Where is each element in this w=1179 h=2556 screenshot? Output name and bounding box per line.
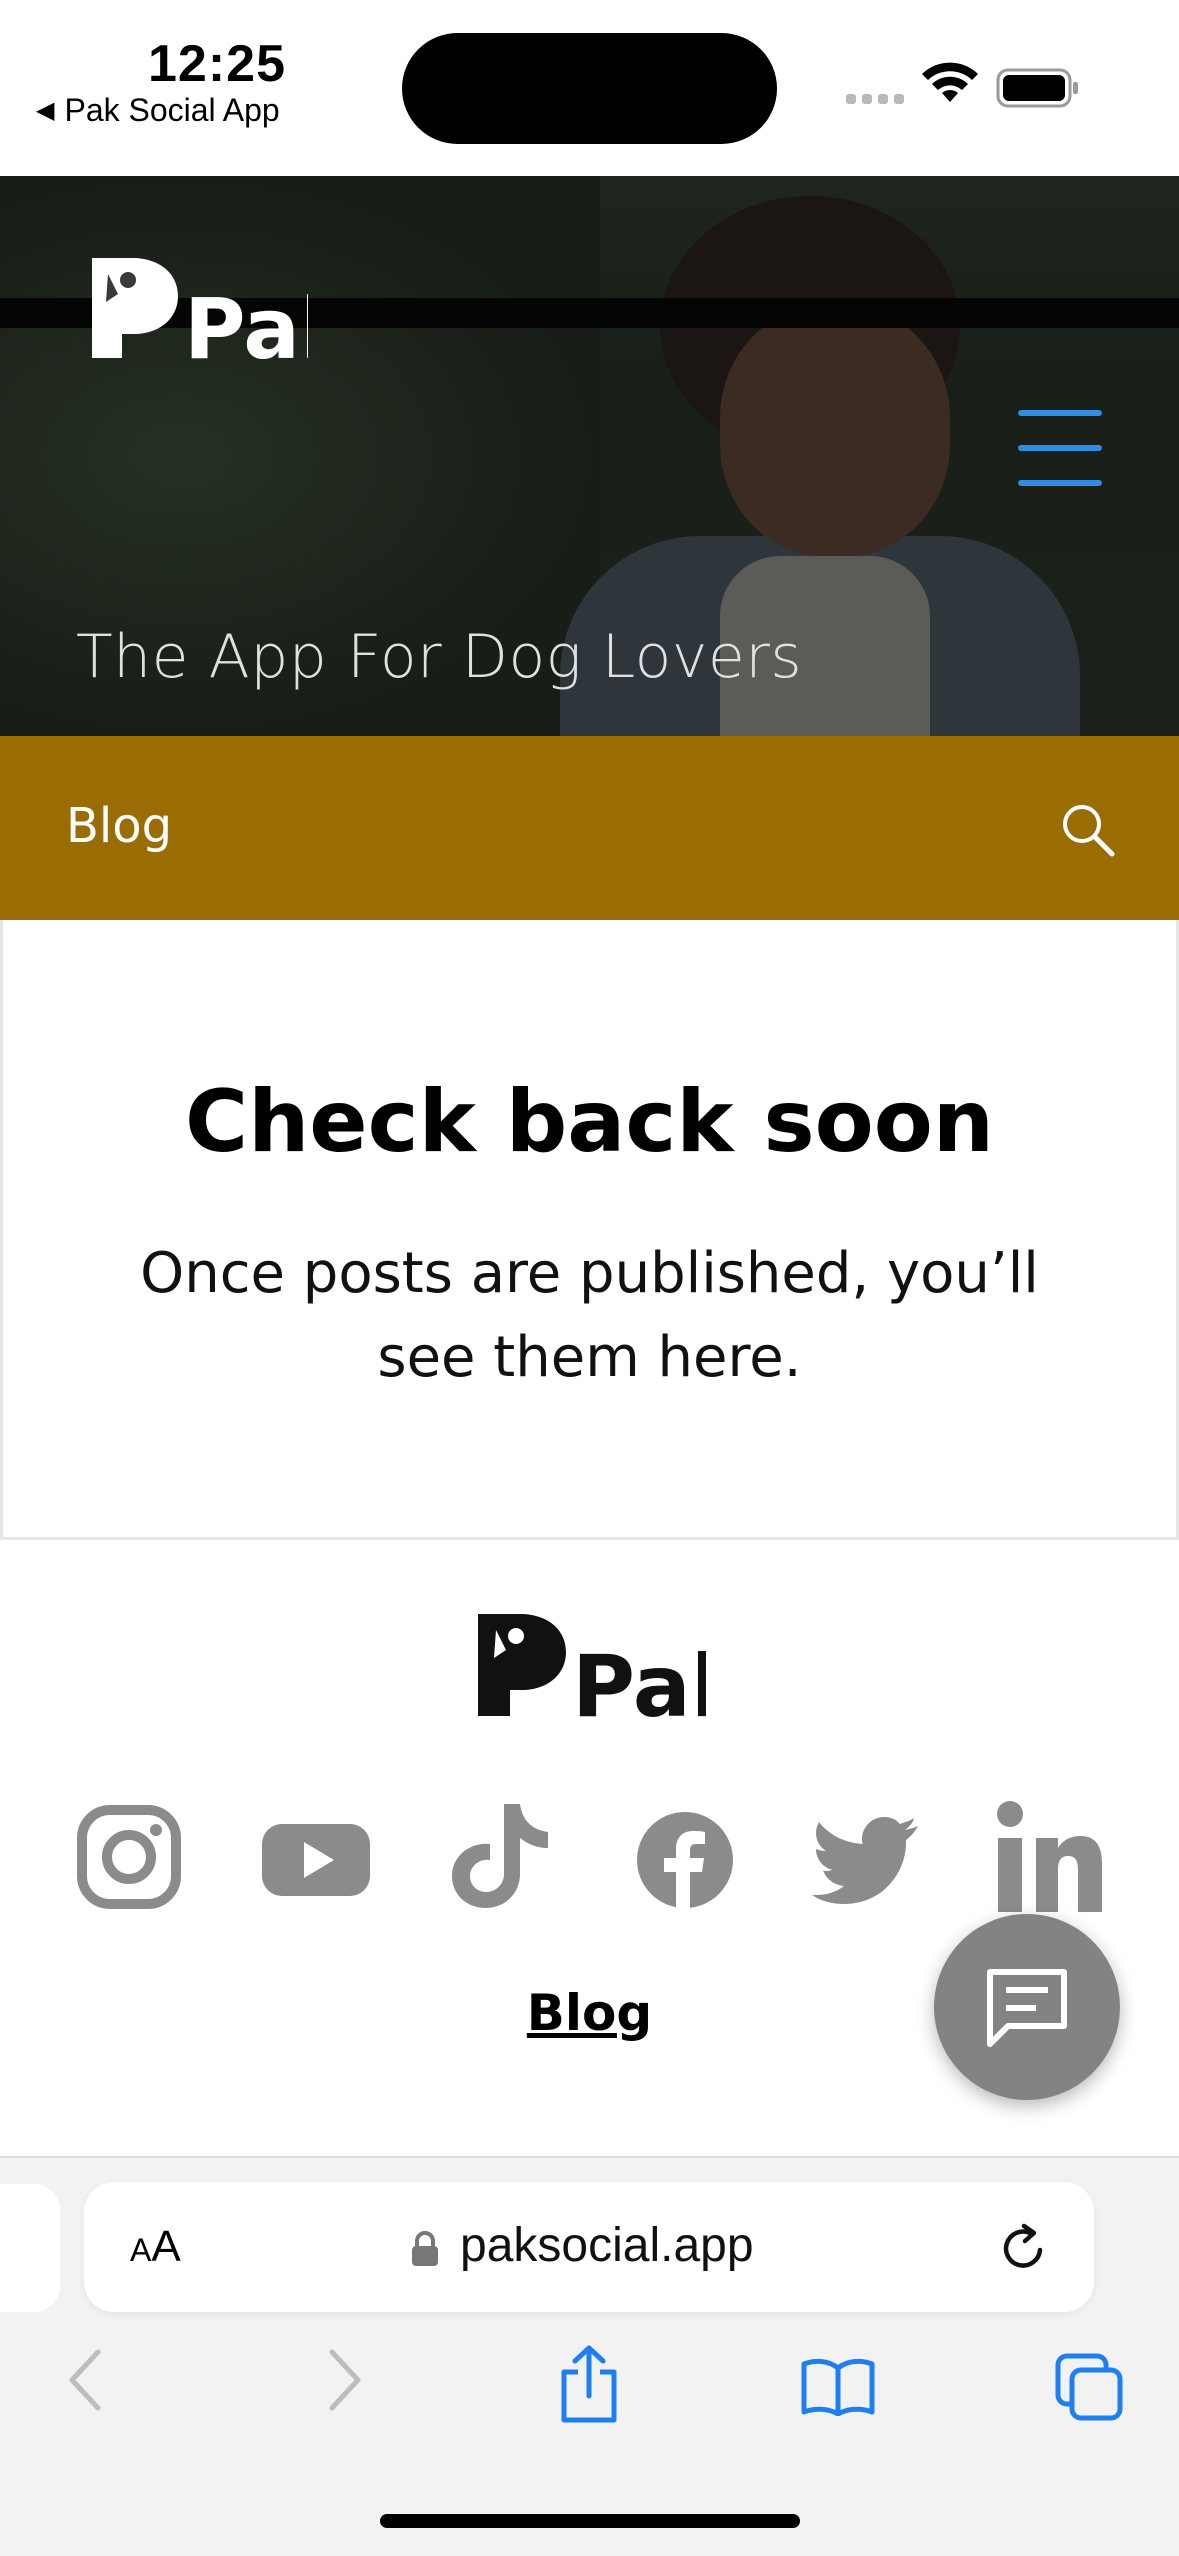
- cellular-signal-icon: [846, 94, 904, 104]
- text-size-button[interactable]: AA: [130, 2222, 181, 2272]
- reload-icon[interactable]: [996, 2220, 1052, 2276]
- pak-logo-text: Pak: [184, 280, 308, 364]
- battery-icon: [996, 68, 1078, 108]
- twitter-icon[interactable]: [810, 1802, 922, 1912]
- pak-logo[interactable]: Pak: [88, 254, 308, 364]
- blog-empty-state: [0, 920, 1179, 1540]
- tabs-icon[interactable]: [1054, 2352, 1124, 2422]
- lock-icon: [412, 2231, 438, 2266]
- status-time: 12:25: [148, 35, 286, 93]
- bookmarks-icon[interactable]: [800, 2356, 876, 2416]
- chat-icon: [987, 1969, 1067, 2047]
- home-indicator: [380, 2514, 800, 2528]
- back-app-label: Pak Social App: [64, 92, 280, 128]
- wifi-icon: [922, 62, 978, 102]
- search-icon[interactable]: [1060, 802, 1116, 858]
- url-text[interactable]: paksocial.app: [460, 2218, 754, 2273]
- facebook-icon[interactable]: [630, 1802, 740, 1912]
- forward-icon[interactable]: [318, 2344, 368, 2416]
- footer-pak-logo[interactable]: Pak: [474, 1610, 706, 1722]
- hamburger-menu-icon[interactable]: [1018, 410, 1102, 486]
- tiktok-icon[interactable]: [446, 1802, 556, 1912]
- linkedin-icon[interactable]: [994, 1800, 1104, 1914]
- back-icon[interactable]: [62, 2344, 112, 2416]
- back-to-app-button[interactable]: ◀ Pak Social App: [36, 92, 280, 129]
- empty-state-message: Once posts are published, you’ll see the…: [140, 1241, 1039, 1390]
- blog-nav-bar: Blog: [0, 736, 1179, 920]
- status-bar: 12:25 ◀ Pak Social App: [0, 0, 1179, 176]
- previous-tab-peek[interactable]: [0, 2184, 60, 2312]
- hero-tagline: The App For Dog Lovers: [76, 622, 803, 692]
- footer-logo-text: Pak: [572, 1637, 706, 1722]
- nav-blog-label[interactable]: Blog: [66, 798, 172, 854]
- back-arrow-icon: ◀: [36, 97, 55, 124]
- dynamic-island: [402, 33, 777, 144]
- empty-state-heading: Check back soon: [184, 1072, 995, 1172]
- share-icon[interactable]: [556, 2344, 622, 2424]
- instagram-icon[interactable]: [74, 1802, 184, 1912]
- youtube-icon[interactable]: [260, 1802, 372, 1912]
- chat-button[interactable]: [934, 1914, 1120, 2100]
